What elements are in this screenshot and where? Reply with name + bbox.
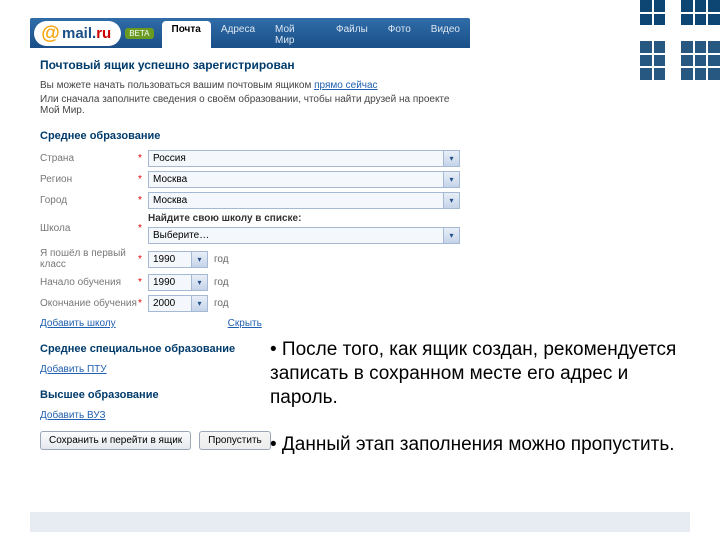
logo-ru: ru <box>96 25 111 42</box>
annotation-1: • После того, как ящик создан, рекоменду… <box>270 338 690 409</box>
add-vuz-link[interactable]: Добавить ВУЗ <box>40 410 105 421</box>
label-start: Начало обучения <box>40 277 138 288</box>
first-class-year-value: 1990 <box>149 254 191 265</box>
required-mark: * <box>138 298 148 309</box>
tab-my-world[interactable]: Мой Мир <box>265 21 326 49</box>
tab-photo[interactable]: Фото <box>378 21 421 49</box>
add-school-link[interactable]: Добавить школу <box>40 318 116 329</box>
chevron-down-icon: ▾ <box>191 296 207 311</box>
chevron-down-icon: ▾ <box>191 275 207 290</box>
tab-files[interactable]: Файлы <box>326 21 378 49</box>
helper-school: Найдите свою школу в списке: <box>148 213 460 224</box>
start-year-value: 1990 <box>149 277 191 288</box>
hide-link[interactable]: Скрыть <box>228 318 262 329</box>
select-region-value: Москва <box>149 174 443 185</box>
select-school[interactable]: Выберите… ▾ <box>148 227 460 244</box>
chevron-down-icon: ▾ <box>443 228 459 243</box>
annotation-2: • Данный этап заполнения можно пропустит… <box>270 433 690 457</box>
label-country: Страна <box>40 153 138 164</box>
select-country[interactable]: Россия ▾ <box>148 150 460 167</box>
logo-name: mail <box>62 25 92 42</box>
intro-line-2: Или сначала заполните сведения о своём о… <box>40 94 460 116</box>
label-school: Школа <box>40 223 138 234</box>
save-button[interactable]: Сохранить и перейти в ящик <box>40 431 191 450</box>
intro-line-1: Вы можете начать пользоваться вашим почт… <box>40 80 460 91</box>
select-country-value: Россия <box>149 153 443 164</box>
required-mark: * <box>138 223 148 234</box>
chevron-down-icon: ▾ <box>191 252 207 267</box>
unit-year-3: год <box>214 298 229 309</box>
required-mark: * <box>138 174 148 185</box>
slide-footer-bar <box>30 512 690 532</box>
select-start-year[interactable]: 1990 ▾ <box>148 274 208 291</box>
label-first-class: Я пошёл в первый класс <box>40 248 138 270</box>
label-end: Окончание обучения <box>40 298 138 309</box>
beta-badge: BETA <box>125 28 153 39</box>
label-region: Регион <box>40 174 138 185</box>
required-mark: * <box>138 195 148 206</box>
select-first-class-year[interactable]: 1990 ▾ <box>148 251 208 268</box>
unit-year-2: год <box>214 277 229 288</box>
chevron-down-icon: ▾ <box>443 151 459 166</box>
required-mark: * <box>138 153 148 164</box>
intro-text-1: Вы можете начать пользоваться вашим почт… <box>40 80 314 91</box>
select-region[interactable]: Москва ▾ <box>148 171 460 188</box>
chevron-down-icon: ▾ <box>443 172 459 187</box>
label-city: Город <box>40 195 138 206</box>
required-mark: * <box>138 254 148 265</box>
tab-addresses[interactable]: Адреса <box>211 21 265 49</box>
logo-at: @ <box>40 23 61 44</box>
required-mark: * <box>138 277 148 288</box>
mailru-logo: @ mail.ru <box>34 21 121 46</box>
chevron-down-icon: ▾ <box>443 193 459 208</box>
section-secondary-edu: Среднее образование <box>40 130 460 142</box>
page-title: Почтовый ящик успешно зарегистрирован <box>40 58 460 72</box>
skip-button[interactable]: Пропустить <box>199 431 271 450</box>
unit-year-1: год <box>214 254 229 265</box>
select-city[interactable]: Москва ▾ <box>148 192 460 209</box>
tab-video[interactable]: Видео <box>421 21 470 49</box>
select-school-value: Выберите… <box>149 230 443 241</box>
nav-tabs: Почта Адреса Мой Мир Файлы Фото Видео <box>162 21 471 49</box>
corner-decoration <box>640 0 720 80</box>
start-now-link[interactable]: прямо сейчас <box>314 80 377 91</box>
select-end-year[interactable]: 2000 ▾ <box>148 295 208 312</box>
tab-mail[interactable]: Почта <box>162 21 211 49</box>
slide-annotations: • После того, как ящик создан, рекоменду… <box>270 338 690 481</box>
add-ptu-link[interactable]: Добавить ПТУ <box>40 364 107 375</box>
select-city-value: Москва <box>149 195 443 206</box>
end-year-value: 2000 <box>149 298 191 309</box>
